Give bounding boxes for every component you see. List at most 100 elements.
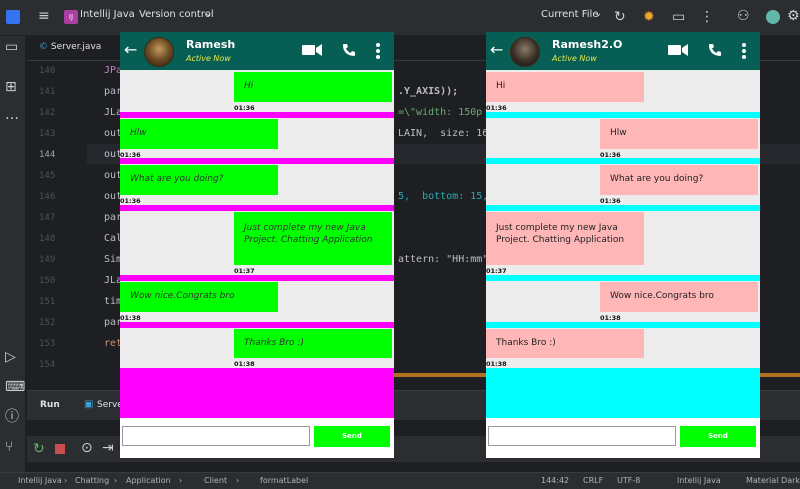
message-time: 01:36 — [486, 104, 507, 112]
message-time: 01:36 — [600, 197, 621, 205]
contact-status: Active Now — [552, 54, 597, 63]
line-number: 154 — [39, 360, 56, 370]
git-icon[interactable]: ⑂ — [5, 440, 13, 454]
chat-background-fill — [486, 368, 760, 418]
stop-icon[interactable] — [55, 444, 65, 454]
line-number: 150 — [39, 276, 56, 286]
vcs-menu[interactable]: Version control — [139, 9, 214, 20]
phone-icon[interactable] — [342, 43, 356, 57]
video-call-icon[interactable] — [668, 43, 688, 57]
avatar — [510, 37, 540, 67]
folder-icon[interactable]: ▭ — [5, 40, 18, 54]
line-number: 143 — [39, 129, 56, 139]
exit-icon[interactable]: ⇥ — [102, 441, 114, 455]
message-bubble: Wow nice.Congrats bro — [600, 282, 758, 312]
more-vertical-icon[interactable] — [375, 43, 381, 59]
video-call-icon[interactable] — [302, 43, 322, 57]
message-time: 01:36 — [234, 104, 255, 112]
settings-icon[interactable]: ⚙ — [787, 9, 800, 23]
status-project[interactable]: Intellij Java — [677, 476, 721, 485]
breadcrumb-sep: › — [114, 476, 118, 485]
run-target-icon: ▣ — [84, 399, 94, 410]
ide-title-bar: ≡ IJ Intellij Java Version control ⌄ Cur… — [0, 0, 800, 36]
chat-window-ramesh: ← Ramesh Active Now Hi 01:36 Hlw 01:36 W… — [120, 32, 394, 458]
message-separator — [120, 112, 394, 118]
code-line-suffix: 5, bottom: 15, — [398, 191, 489, 202]
chat-header: ← Ramesh2.O Active Now — [486, 32, 760, 70]
chat-input-bar: Send — [486, 418, 760, 458]
line-number: 147 — [39, 213, 56, 223]
profile-icon[interactable] — [766, 10, 780, 24]
message-separator — [486, 275, 760, 281]
line-number: 140 — [39, 66, 56, 76]
main-menu-icon[interactable]: ≡ — [38, 9, 50, 23]
message-bubble: Hi — [234, 72, 392, 102]
structure-icon[interactable]: ⊞ — [5, 80, 17, 94]
code-line-suffix: attern: "HH:mm"); — [398, 254, 501, 265]
code-line-suffix: .Y_AXIS)); — [398, 86, 459, 97]
project-badge: IJ — [64, 10, 78, 24]
debug-icon[interactable]: ✹ — [643, 10, 655, 24]
line-number: 149 — [39, 255, 56, 265]
back-arrow-icon[interactable]: ← — [490, 41, 503, 59]
line-number: 144 — [39, 150, 56, 160]
problems-icon[interactable]: ⓘ — [5, 410, 19, 424]
message-separator — [486, 112, 760, 118]
theme-name[interactable]: Material Dark — [746, 476, 800, 485]
message-separator — [486, 158, 760, 164]
breadcrumb-class[interactable]: Client — [204, 476, 227, 485]
message-separator — [486, 205, 760, 211]
rerun-icon[interactable]: ↻ — [614, 10, 626, 24]
message-bubble: Hlw — [600, 119, 758, 149]
message-separator — [120, 275, 394, 281]
contact-name: Ramesh2.O — [552, 38, 623, 51]
add-user-icon[interactable]: ⚇ — [737, 9, 750, 23]
send-button[interactable]: Send — [680, 426, 756, 447]
chevron-down-icon: ⌄ — [594, 8, 603, 19]
more-vertical-icon[interactable] — [741, 43, 747, 59]
message-time: 01:38 — [234, 360, 255, 368]
line-number: 152 — [39, 318, 56, 328]
breadcrumb-method[interactable]: formatLabel — [260, 476, 308, 485]
terminal-icon[interactable]: ⌨ — [5, 380, 25, 394]
services-icon[interactable]: ▷ — [5, 350, 16, 364]
more-horizontal-icon[interactable]: … — [5, 108, 19, 122]
message-separator — [120, 322, 394, 328]
run-target-label[interactable]: Serve — [97, 400, 123, 410]
chat-window-ramesh2: ← Ramesh2.O Active Now Hi 01:36 Hlw 01:3… — [486, 32, 760, 458]
camera-icon[interactable]: ⊙ — [81, 441, 93, 455]
message-input[interactable] — [122, 426, 310, 446]
tab-label: Server.java — [50, 42, 102, 52]
project-name[interactable]: Intellij Java — [80, 9, 135, 20]
line-number: 145 — [39, 171, 56, 181]
tab-server-java[interactable]: © Server.java — [39, 42, 101, 52]
more-vertical-icon[interactable]: ⋮ — [700, 10, 714, 24]
left-tool-bar: ▭ ⊞ … ▷ ⌨ ⓘ ⑂ — [0, 36, 26, 472]
message-bubble: Thanks Bro :) — [234, 329, 392, 358]
message-bubble: Just complete my new Java Project. Chatt… — [486, 212, 644, 265]
breadcrumb-module[interactable]: Chatting — [75, 476, 109, 485]
line-separator[interactable]: CRLF — [583, 476, 603, 485]
back-arrow-icon[interactable]: ← — [124, 41, 137, 59]
message-input[interactable] — [488, 426, 676, 446]
message-bubble: Wow nice.Congrats bro — [120, 282, 278, 312]
message-separator — [120, 158, 394, 164]
send-button[interactable]: Send — [314, 426, 390, 447]
line-number: 153 — [39, 339, 56, 349]
phone-icon[interactable] — [708, 43, 722, 57]
breadcrumb-package[interactable]: Application — [126, 476, 171, 485]
message-time: 01:37 — [486, 267, 507, 275]
line-number: 146 — [39, 192, 56, 202]
run-tab[interactable]: Run — [40, 400, 60, 410]
message-separator — [486, 322, 760, 328]
message-bubble: What are you doing? — [120, 165, 278, 195]
breadcrumb-project[interactable]: Intellij Java — [18, 476, 62, 485]
coverage-icon[interactable]: ▭ — [672, 10, 685, 24]
line-number-gutter: 140 141 142 143 144 145 146 147 148 149 … — [27, 61, 87, 381]
message-bubble: Thanks Bro :) — [486, 329, 644, 358]
run-config-select[interactable]: Current File — [541, 9, 598, 20]
rerun-icon[interactable]: ↻ — [33, 442, 45, 456]
file-encoding[interactable]: UTF-8 — [617, 476, 640, 485]
cursor-position[interactable]: 144:42 — [541, 476, 569, 485]
message-bubble: Hi — [486, 72, 644, 102]
